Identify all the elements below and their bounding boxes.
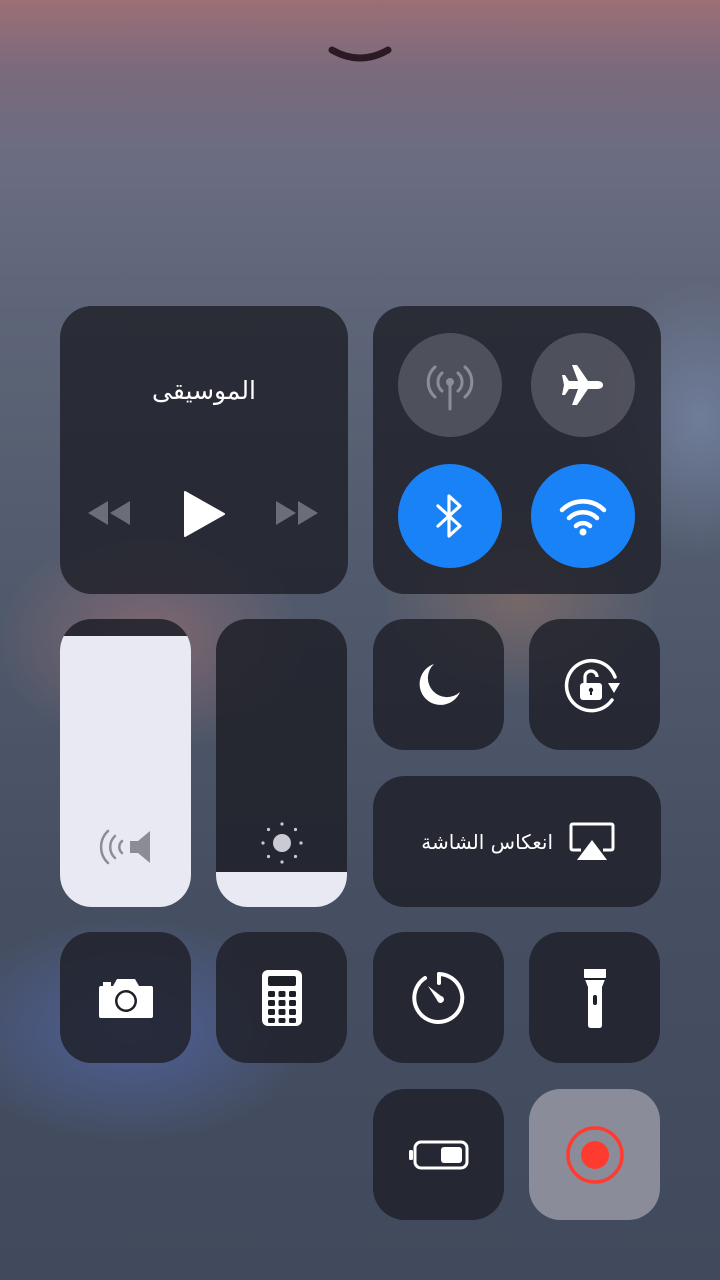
orientation-lock-button[interactable] (529, 619, 660, 750)
airplay-icon (569, 822, 615, 860)
chevron-down-icon[interactable] (328, 42, 392, 70)
calculator-icon (261, 969, 302, 1026)
music-title: الموسيقى (152, 376, 256, 405)
screen-record-button[interactable] (529, 1089, 660, 1220)
connectivity-tile (373, 306, 661, 594)
rotation-lock-icon (564, 658, 620, 712)
bluetooth-icon (436, 494, 462, 538)
music-tile[interactable]: الموسيقى (60, 306, 348, 594)
timer-icon (411, 971, 464, 1024)
brightness-slider[interactable] (216, 619, 347, 907)
flashlight-button[interactable] (529, 932, 660, 1063)
sun-icon (260, 822, 303, 864)
bluetooth-toggle[interactable] (398, 464, 502, 568)
cellular-antenna-icon (426, 365, 474, 411)
play-icon[interactable] (182, 490, 226, 538)
low-power-mode-button[interactable] (373, 1089, 504, 1220)
screen-record-icon (565, 1125, 624, 1184)
wifi-toggle[interactable] (531, 464, 635, 568)
airplane-mode-toggle[interactable] (531, 333, 635, 437)
camera-icon (98, 978, 153, 1018)
low-power-mode-icon (408, 1140, 468, 1169)
screen-mirroring-button[interactable]: انعكاس الشاشة (373, 776, 661, 907)
do-not-disturb-button[interactable] (373, 619, 504, 750)
rewind-icon[interactable] (86, 498, 132, 528)
camera-button[interactable] (60, 932, 191, 1063)
brightness-level-fill (216, 872, 347, 907)
timer-button[interactable] (373, 932, 504, 1063)
speaker-icon (99, 829, 150, 865)
airplane-icon (562, 365, 603, 405)
flashlight-icon (583, 968, 606, 1028)
wifi-icon (559, 499, 607, 536)
volume-slider[interactable] (60, 619, 191, 907)
calculator-button[interactable] (216, 932, 347, 1063)
screen-mirroring-label: انعكاس الشاشة (421, 829, 553, 854)
moon-icon (419, 663, 460, 705)
cellular-toggle[interactable] (398, 333, 502, 437)
fast-forward-icon[interactable] (274, 498, 320, 528)
